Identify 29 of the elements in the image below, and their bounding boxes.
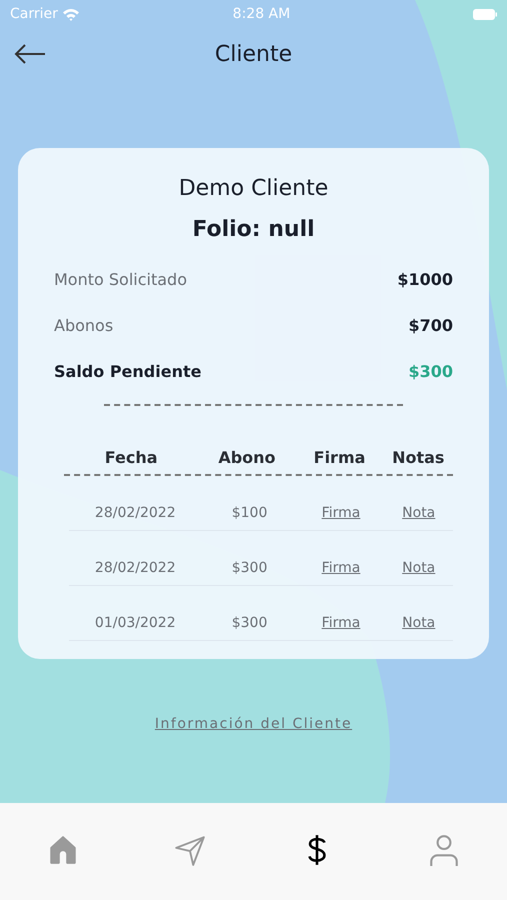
signature-link[interactable]: Firma (322, 558, 360, 579)
signature-link[interactable]: Firma (322, 613, 360, 634)
note-link[interactable]: Nota (402, 558, 436, 579)
carrier-label: Carrier (10, 4, 58, 24)
column-header: Firma (314, 448, 366, 467)
date-cell: 28/02/2022 (94, 560, 176, 576)
summary-value: $700 (408, 315, 453, 337)
summary-label: Abonos (54, 315, 114, 337)
amount-cell: $300 (232, 615, 268, 631)
signature-link[interactable]: Firma (322, 503, 360, 524)
wifi-icon (62, 8, 80, 20)
client-name: Demo Cliente (178, 176, 328, 201)
note-link[interactable]: Nota (402, 613, 436, 634)
note-link[interactable]: Nota (402, 503, 436, 524)
summary-value: $1000 (397, 269, 453, 291)
column-header: Abono (218, 448, 276, 467)
date-cell: 01/03/2022 (94, 615, 176, 631)
amount-cell: $300 (232, 560, 268, 576)
folio-label: Folio: null (192, 217, 315, 242)
summary-label: Saldo Pendiente (54, 361, 202, 383)
column-header: Notas (392, 448, 444, 467)
client-info-link[interactable]: Información del Cliente (154, 714, 352, 735)
status-time: 8:28 AM (232, 4, 290, 24)
date-cell: 28/02/2022 (94, 505, 176, 521)
column-header: Fecha (104, 448, 158, 467)
amount-cell: $100 (232, 505, 268, 521)
page-title: Cliente (214, 40, 292, 68)
summary-label: Monto Solicitado (54, 269, 187, 291)
summary-value: $300 (408, 361, 453, 383)
